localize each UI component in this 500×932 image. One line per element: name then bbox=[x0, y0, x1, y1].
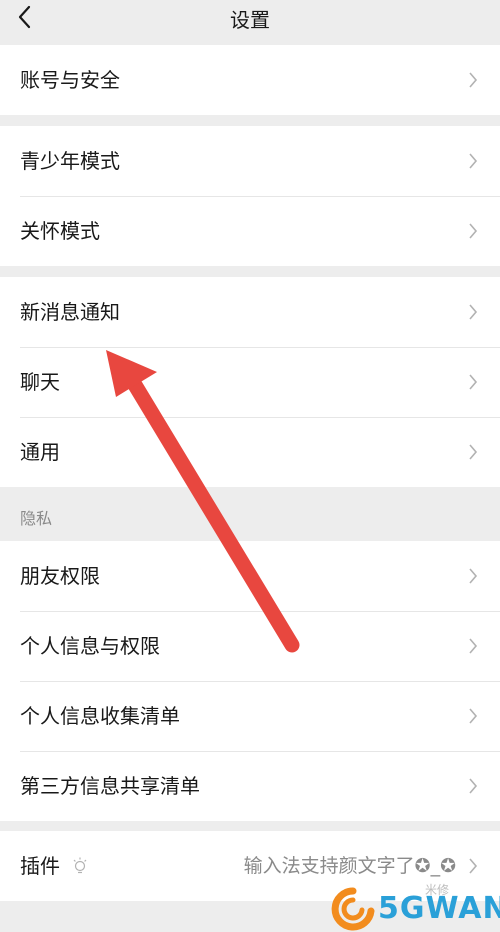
chevron-right-icon bbox=[469, 153, 478, 169]
settings-group-modes: 青少年模式 关怀模式 bbox=[0, 126, 500, 266]
chevron-right-icon bbox=[469, 223, 478, 239]
settings-item-label: 通用 bbox=[20, 440, 60, 464]
top-bar: 设置 bbox=[0, 0, 500, 45]
settings-group-account: 账号与安全 bbox=[0, 45, 500, 115]
settings-item-label: 朋友权限 bbox=[20, 564, 100, 588]
settings-item-teen-mode[interactable]: 青少年模式 bbox=[0, 126, 500, 196]
settings-item-personal-info-permissions[interactable]: 个人信息与权限 bbox=[0, 611, 500, 681]
settings-item-notifications[interactable]: 新消息通知 bbox=[0, 277, 500, 347]
section-label-privacy: 隐私 bbox=[20, 509, 53, 528]
chevron-right-icon bbox=[469, 72, 478, 88]
watermark-swirl-icon bbox=[331, 887, 375, 931]
chevron-right-icon bbox=[469, 304, 478, 320]
settings-item-label: 账号与安全 bbox=[20, 68, 120, 92]
settings-item-label: 第三方信息共享清单 bbox=[20, 774, 200, 798]
settings-item-label: 插件 bbox=[20, 854, 60, 878]
settings-item-label: 新消息通知 bbox=[20, 300, 120, 324]
row-divider bbox=[20, 347, 500, 348]
settings-item-label: 聊天 bbox=[20, 370, 60, 394]
watermark-small-text: 米修 bbox=[425, 883, 450, 897]
settings-group-privacy: 朋友权限 个人信息与权限 个人信息收集清单 第三方信息共享清单 bbox=[0, 541, 500, 821]
settings-item-label: 青少年模式 bbox=[20, 149, 120, 173]
row-divider bbox=[20, 417, 500, 418]
settings-item-third-party-sharing-list[interactable]: 第三方信息共享清单 bbox=[0, 751, 500, 821]
watermark-logo: 5GWAN 米修 bbox=[330, 883, 500, 932]
settings-item-friend-permissions[interactable]: 朋友权限 bbox=[0, 541, 500, 611]
settings-item-general[interactable]: 通用 bbox=[0, 417, 500, 487]
settings-item-chat[interactable]: 聊天 bbox=[0, 347, 500, 417]
chevron-right-icon bbox=[469, 778, 478, 794]
settings-item-label: 关怀模式 bbox=[20, 219, 100, 243]
chevron-right-icon bbox=[469, 374, 478, 390]
settings-item-label: 个人信息与权限 bbox=[20, 634, 160, 658]
settings-item-info-collection-list[interactable]: 个人信息收集清单 bbox=[0, 681, 500, 751]
page-title: 设置 bbox=[230, 8, 270, 32]
plugin-bulb-icon bbox=[73, 857, 87, 874]
settings-item-account-security[interactable]: 账号与安全 bbox=[0, 45, 500, 115]
settings-group-general: 新消息通知 聊天 通用 bbox=[0, 277, 500, 487]
chevron-right-icon bbox=[469, 708, 478, 724]
chevron-right-icon bbox=[469, 568, 478, 584]
chevron-right-icon bbox=[469, 858, 478, 874]
chevron-right-icon bbox=[469, 444, 478, 460]
settings-item-label: 个人信息收集清单 bbox=[20, 704, 180, 728]
chevron-right-icon bbox=[469, 638, 478, 654]
settings-item-care-mode[interactable]: 关怀模式 bbox=[0, 196, 500, 266]
